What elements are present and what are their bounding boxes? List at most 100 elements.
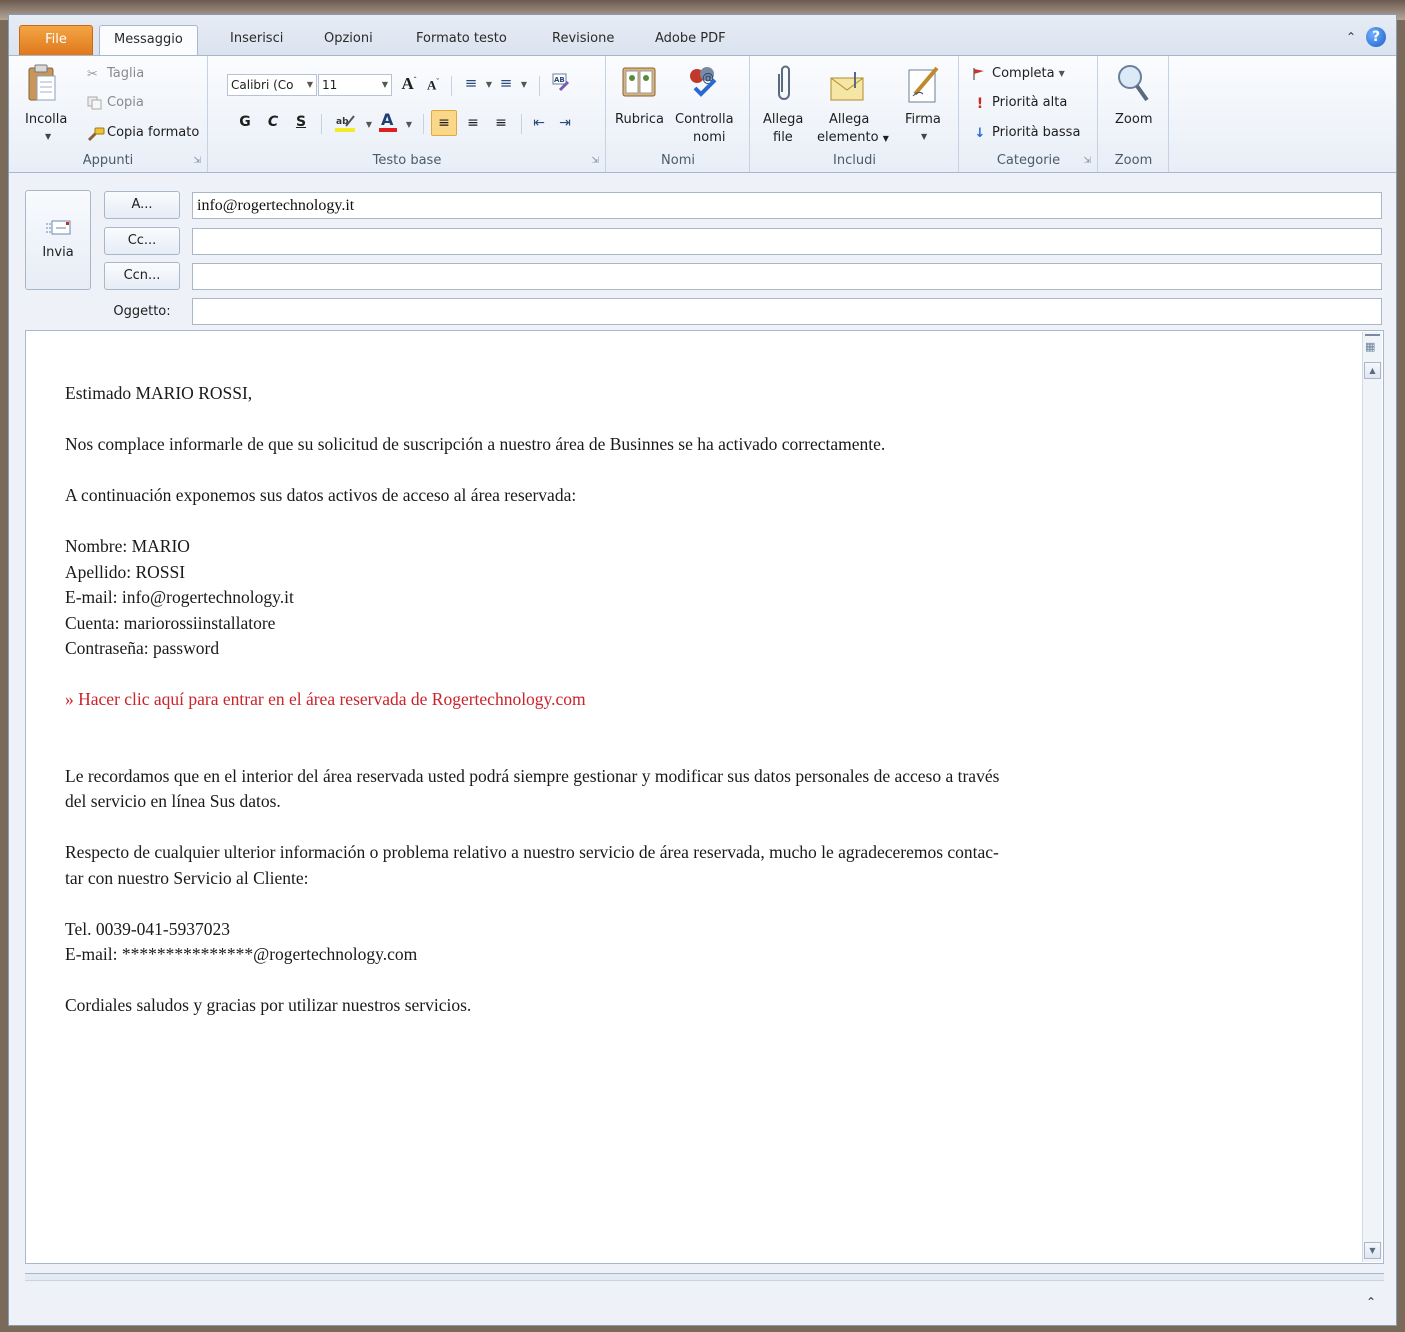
scroll-up-icon[interactable]: ▲ [1364, 362, 1381, 379]
tab-opzioni[interactable]: Opzioni [310, 25, 387, 55]
reminder-line-2: del servicio en línea Sus datos. [65, 791, 281, 811]
testo-base-launcher-icon[interactable]: ⇲ [591, 156, 599, 166]
check-names-label-1[interactable]: Controlla [675, 112, 734, 127]
copy-button[interactable]: Copia [87, 95, 144, 110]
font-color-icon[interactable]: A [377, 110, 399, 138]
tab-inserisci[interactable]: Inserisci [216, 25, 297, 55]
paperclip-icon[interactable] [773, 64, 795, 108]
expand-people-pane-icon[interactable]: ⌃ [1366, 1295, 1376, 1309]
bold-button[interactable]: G [235, 114, 255, 130]
cc-field[interactable] [192, 228, 1382, 255]
align-left-icon[interactable]: ≡ [431, 110, 457, 136]
font-name-value: Calibri (Co [231, 78, 294, 92]
highlight-dropdown-icon[interactable]: ▼ [359, 114, 379, 136]
low-importance-button[interactable]: ↓ Priorità bassa [972, 125, 1081, 141]
vertical-scrollbar[interactable]: ▦ ▲ ▼ [1362, 332, 1382, 1262]
italic-button[interactable]: C [263, 114, 283, 130]
reserved-area-link[interactable]: » Hacer clic aquí para entrar en el área… [65, 687, 1215, 713]
font-color-dropdown-icon[interactable]: ▼ [399, 114, 419, 136]
attach-item-icon[interactable] [829, 68, 867, 106]
high-importance-label: Priorità alta [992, 95, 1068, 110]
attach-file-label-2[interactable]: file [773, 130, 793, 145]
to-field[interactable]: info@rogertechnology.it [192, 192, 1382, 219]
tab-file[interactable]: File [19, 25, 93, 55]
numbering-icon[interactable]: ≡ [496, 74, 516, 92]
check-names-label-2[interactable]: nomi [693, 130, 725, 145]
group-label-categorie: Categorie [996, 153, 1061, 168]
format-painter-icon [87, 126, 105, 141]
font-name-select[interactable]: Calibri (Co ▼ [227, 74, 317, 96]
group-label-testo-base: Testo base [372, 153, 442, 168]
signature-button[interactable]: Firma [905, 112, 941, 127]
bcc-button[interactable]: Ccn... [104, 262, 180, 290]
tab-adobe-pdf[interactable]: Adobe PDF [641, 25, 740, 55]
signature-icon[interactable] [907, 64, 941, 108]
paste-dropdown-icon[interactable]: ▼ [45, 132, 51, 141]
numbering-dropdown-icon[interactable]: ▼ [514, 74, 534, 96]
group-zoom: Zoom Zoom [1099, 56, 1169, 172]
attach-file-label-1[interactable]: Allega [763, 112, 803, 127]
group-label-nomi: Nomi [661, 153, 695, 168]
subject-field[interactable] [192, 298, 1382, 325]
appunti-launcher-icon[interactable]: ⇲ [193, 156, 201, 166]
zoom-button[interactable]: Zoom [1115, 112, 1152, 127]
svg-text:A: A [381, 110, 394, 129]
send-button[interactable]: Invia [25, 190, 91, 290]
paste-button[interactable]: Incolla [25, 112, 67, 127]
follow-up-button[interactable]: Completa ▼ [972, 66, 1065, 81]
phone-line: Tel. 0039-041-5937023 [65, 918, 231, 939]
underline-button[interactable]: S [291, 114, 311, 130]
rubrica-button[interactable]: Rubrica [615, 112, 664, 127]
signature-dropdown-icon[interactable]: ▼ [921, 132, 927, 141]
attach-item-label-2[interactable]: elemento ▼ [817, 130, 889, 145]
tab-revisione[interactable]: Revisione [538, 25, 628, 55]
account-data-block: Nombre: MARIO Apellido: ROSSI E-mail: in… [65, 534, 1215, 662]
align-center-icon[interactable]: ≡ [463, 112, 483, 134]
group-label-zoom: Zoom [1114, 153, 1153, 168]
ribbon-tab-bar: File Messaggio Inserisci Opzioni Formato… [9, 15, 1396, 56]
decrease-indent-icon[interactable]: ⇤ [529, 112, 549, 134]
grow-font-icon[interactable]: Aˆ [399, 74, 419, 94]
send-label: Invia [42, 245, 74, 260]
categorie-launcher-icon[interactable]: ⇲ [1083, 156, 1091, 166]
minimize-ribbon-icon[interactable]: ⌃ [1344, 30, 1358, 44]
attach-item-label-1[interactable]: Allega [829, 112, 869, 127]
tab-formato-testo[interactable]: Formato testo [402, 25, 521, 55]
paste-icon[interactable] [27, 64, 57, 108]
format-painter-button[interactable]: Copia formato [87, 125, 199, 141]
contact-line-2: tar con nuestro Servicio al Cliente: [65, 867, 309, 888]
to-button[interactable]: A... [104, 191, 180, 219]
follow-up-dropdown-icon: ▼ [1058, 69, 1065, 78]
bcc-field[interactable] [192, 263, 1382, 290]
shrink-font-icon[interactable]: Aˇ [423, 77, 443, 93]
scroll-down-icon[interactable]: ▼ [1364, 1242, 1381, 1259]
message-body-editor[interactable]: Estimado MARIO ROSSI, Nos complace infor… [25, 330, 1384, 1264]
message-text: Estimado MARIO ROSSI, Nos complace infor… [65, 381, 1215, 1044]
high-importance-button[interactable]: ! Priorità alta [972, 95, 1068, 112]
copy-icon [87, 96, 103, 110]
reminder-line-1: Le recordamos que en el interior del áre… [65, 765, 1000, 786]
svg-text:AB: AB [554, 76, 565, 84]
styles-icon[interactable]: AB [549, 72, 573, 96]
cut-button[interactable]: ✂ Taglia [87, 66, 144, 82]
bullets-icon[interactable]: ≡ [461, 74, 481, 92]
help-icon[interactable]: ? [1366, 27, 1386, 47]
split-handle-icon[interactable] [1365, 334, 1380, 336]
check-names-icon[interactable]: @ [685, 64, 721, 104]
address-book-icon[interactable] [621, 64, 657, 104]
magnifier-icon[interactable] [1115, 62, 1151, 108]
apellido-line: Apellido: ROSSI [65, 561, 186, 582]
align-right-icon[interactable]: ≡ [491, 112, 511, 134]
cc-button[interactable]: Cc... [104, 227, 180, 255]
increase-indent-icon[interactable]: ⇥ [555, 112, 575, 134]
contact-details: Tel. 0039-041-5937023 E-mail: **********… [65, 917, 1215, 968]
subject-label: Oggetto: [113, 304, 171, 319]
font-size-select[interactable]: 11 ▼ [318, 74, 392, 96]
tab-messaggio[interactable]: Messaggio [99, 25, 198, 56]
people-pane-splitter[interactable] [25, 1273, 1384, 1281]
ruler-toggle-icon[interactable]: ▦ [1365, 340, 1375, 353]
group-testo-base: Calibri (Co ▼ 11 ▼ Aˆ Aˇ ≡ ▼ ≡ ▼ AB G C … [209, 56, 606, 172]
cuenta-line: Cuenta: mariorossiinstallatore [65, 612, 276, 633]
low-importance-label: Priorità bassa [992, 125, 1081, 140]
contrasena-line: Contraseña: password [65, 638, 220, 658]
